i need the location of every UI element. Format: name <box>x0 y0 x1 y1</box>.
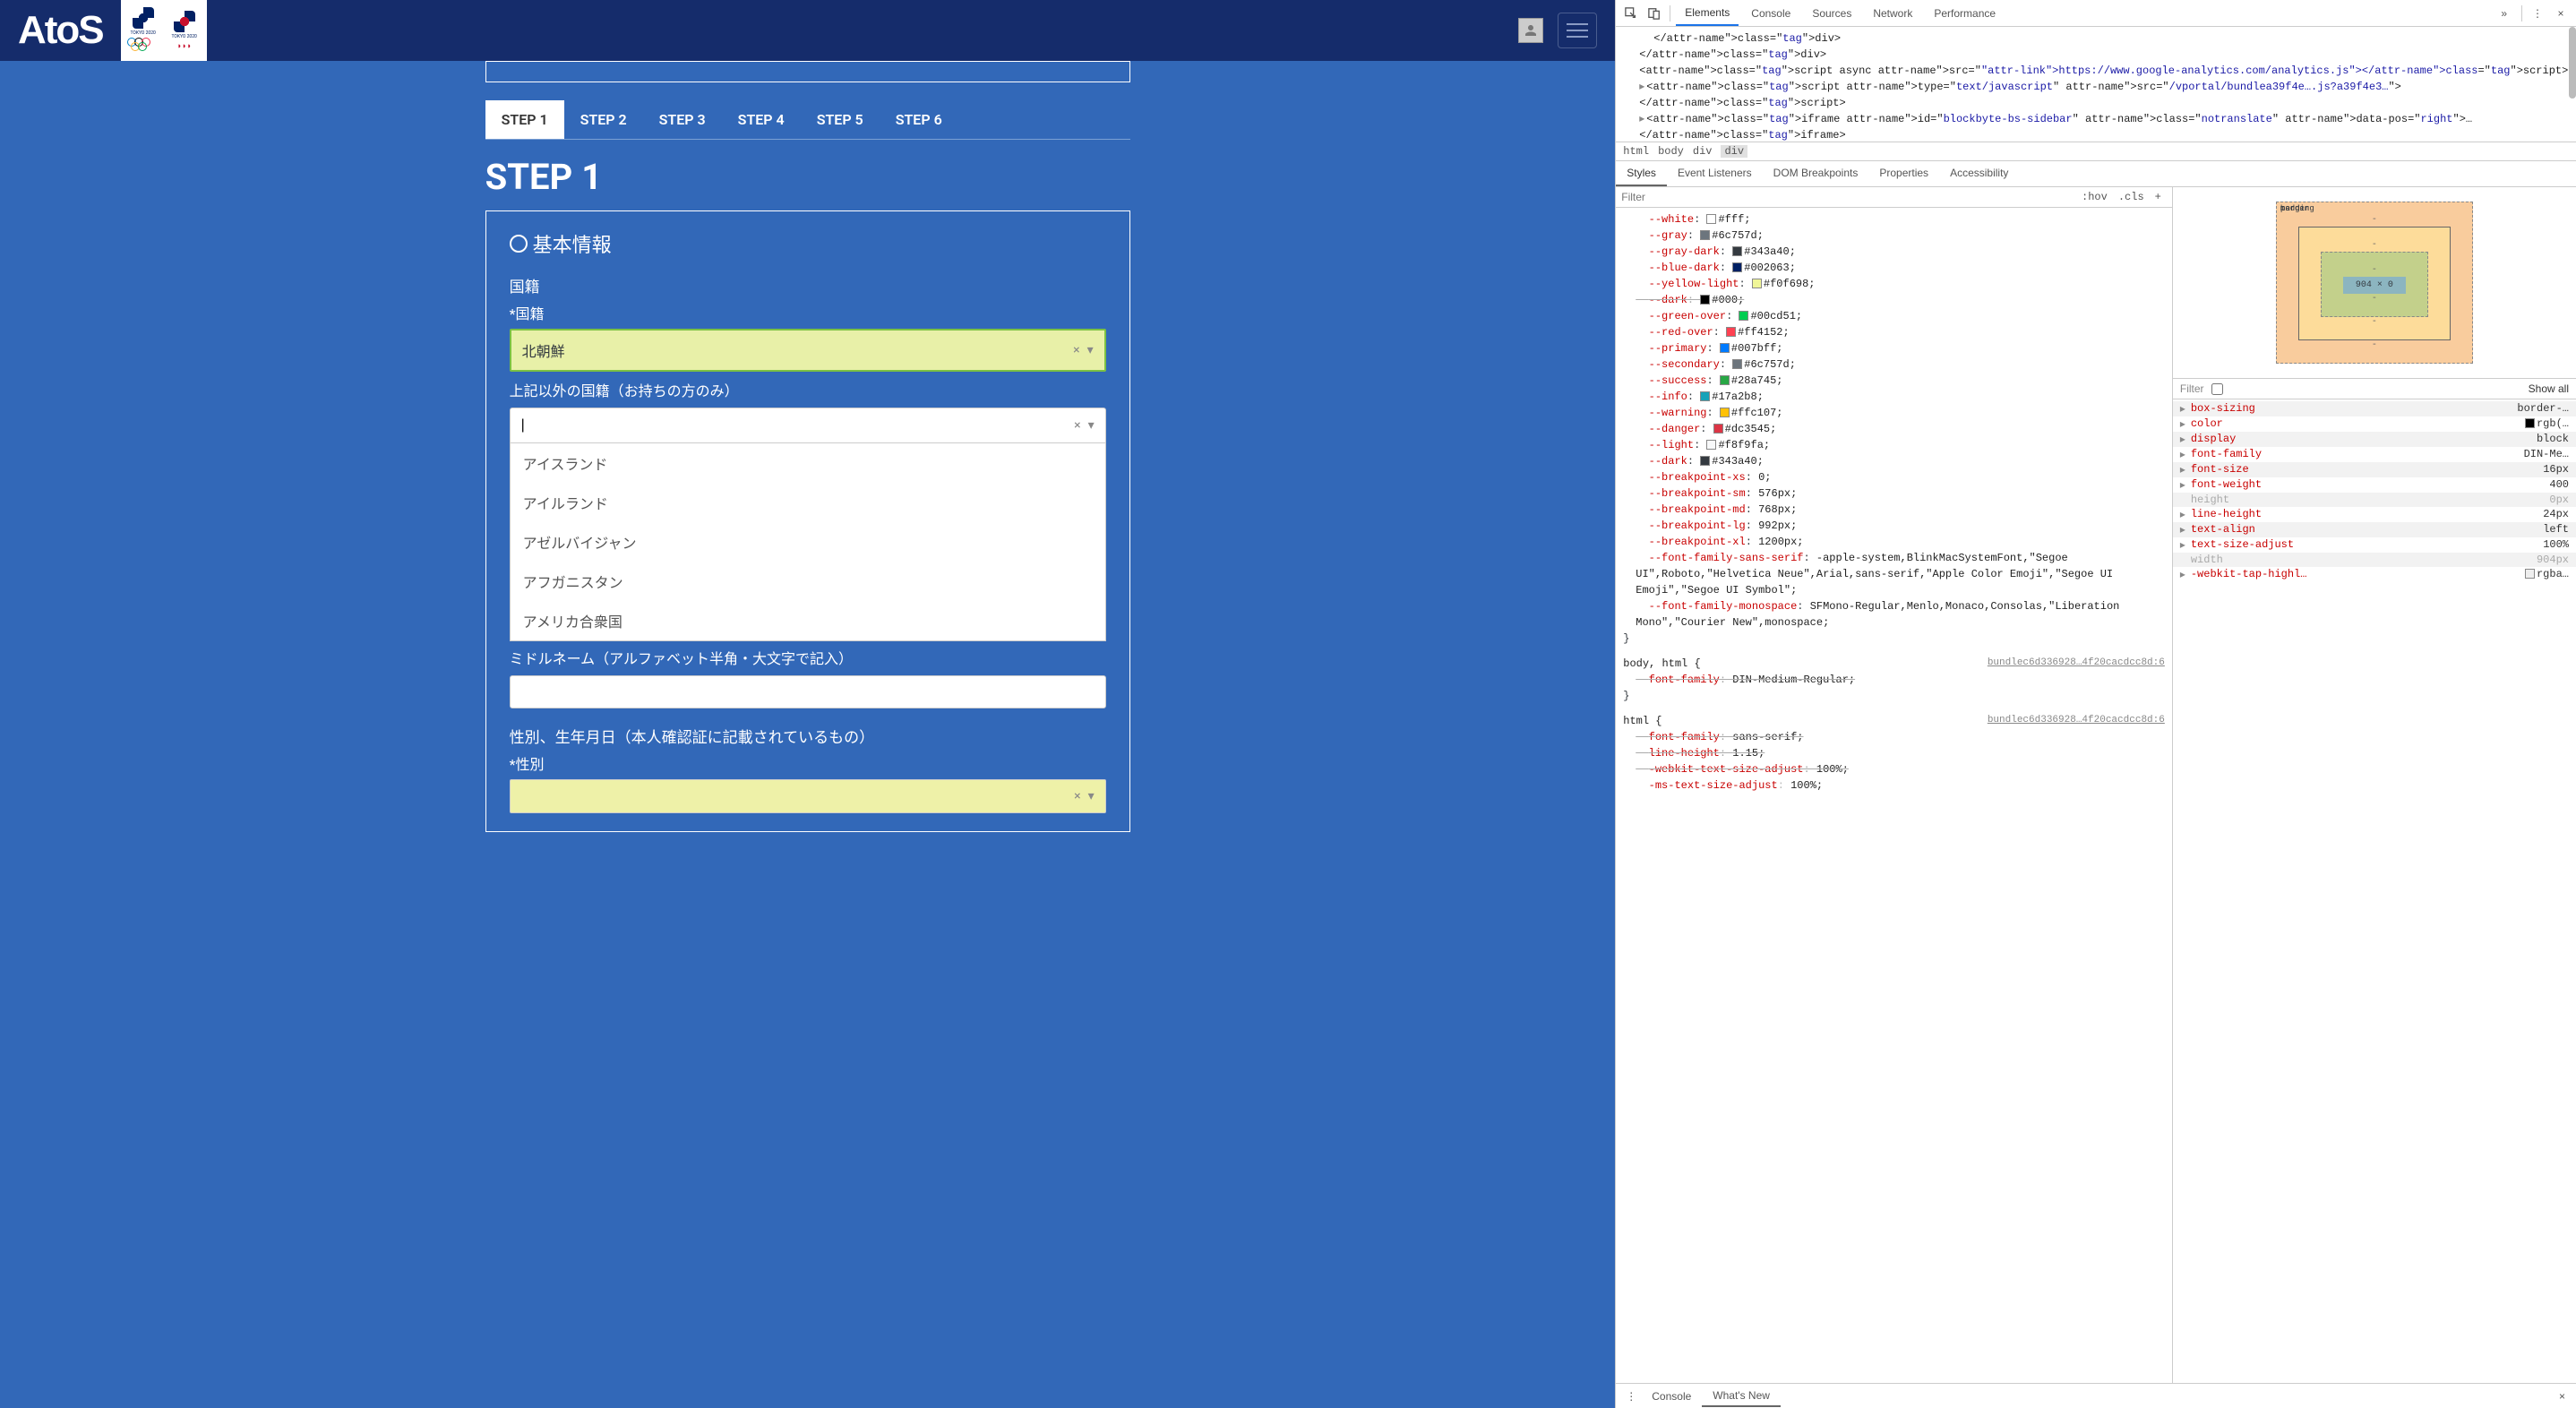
breadcrumb-item[interactable]: body <box>1658 145 1684 158</box>
devtools-drawer: ⋮ Console What's New × <box>1616 1383 2576 1408</box>
step-tabs: STEP 1 STEP 2 STEP 3 STEP 4 STEP 5 STEP … <box>485 100 1130 140</box>
styles-column: :hov .cls + --white: #fff; --gray: #6c75… <box>1616 187 2173 1383</box>
user-avatar[interactable] <box>1518 18 1543 43</box>
other-nationality-label: 上記以外の国籍（お持ちの方のみ） <box>510 379 1106 400</box>
form-panel: 基本情報 国籍 *国籍 北朝鮮 × ▾ 上記以外の国籍（お持ちの方のみ） × <box>485 210 1130 832</box>
box-model[interactable]: margin - border - padding - 904 × 0 - - <box>2173 187 2576 378</box>
device-mode-icon[interactable] <box>1644 4 1664 23</box>
tab-step2[interactable]: STEP 2 <box>564 100 643 139</box>
olympic-logo: TOKYO 2020 <box>125 5 162 56</box>
clear-icon[interactable]: × <box>1074 418 1080 433</box>
nationality-heading: 国籍 <box>510 274 1106 296</box>
navbar: AtoS TOKYO 2020 TOKYO 2020 ◗◗◗ <box>0 0 1615 61</box>
chevron-down-icon[interactable]: ▾ <box>1087 343 1094 357</box>
tab-elements[interactable]: Elements <box>1676 1 1739 26</box>
close-devtools-icon[interactable]: × <box>2551 4 2571 23</box>
tab-step3[interactable]: STEP 3 <box>643 100 722 139</box>
dropdown-option[interactable]: アゼルバイジャン <box>511 522 1105 562</box>
breadcrumb-item[interactable]: html <box>1623 145 1649 158</box>
showall-checkbox[interactable] <box>2211 383 2223 395</box>
tab-event-listeners[interactable]: Event Listeners <box>1667 161 1763 186</box>
middlename-label: ミドルネーム（アルファベット半角・大文字で記入） <box>510 647 1106 668</box>
tab-network[interactable]: Network <box>1864 2 1921 25</box>
tab-step6[interactable]: STEP 6 <box>880 100 958 139</box>
tab-styles[interactable]: Styles <box>1616 161 1667 186</box>
showall-label: Show all <box>2529 382 2569 395</box>
drawer-menu-icon[interactable]: ⋮ <box>1621 1387 1641 1406</box>
section-title: 基本情報 <box>510 229 1106 258</box>
form-area: STEP 1 STEP 2 STEP 3 STEP 4 STEP 5 STEP … <box>0 61 1615 1408</box>
tab-sources[interactable]: Sources <box>1803 2 1860 25</box>
clear-icon[interactable]: × <box>1073 343 1079 357</box>
prev-card-bottom <box>485 61 1130 82</box>
cls-button[interactable]: .cls <box>2113 189 2150 205</box>
tab-step1[interactable]: STEP 1 <box>485 100 564 139</box>
styles-tabbar: Styles Event Listeners DOM Breakpoints P… <box>1616 161 2576 187</box>
tab-performance[interactable]: Performance <box>1925 2 2005 25</box>
other-nationality-input[interactable] <box>521 417 980 434</box>
tab-accessibility[interactable]: Accessibility <box>1939 161 2019 186</box>
styles-filter-input[interactable] <box>1621 191 2076 203</box>
tab-dom-breakpoints[interactable]: DOM Breakpoints <box>1763 161 1869 186</box>
other-nationality-search[interactable]: × ▾ <box>510 408 1106 443</box>
css-rules[interactable]: --white: #fff; --gray: #6c757d; --gray-d… <box>1616 208 2172 1383</box>
dropdown-option[interactable]: アイルランド <box>511 483 1105 522</box>
gender-select[interactable]: × ▾ <box>510 779 1106 813</box>
styles-filter-row: :hov .cls + <box>1616 187 2172 208</box>
nationality-req-label: *国籍 <box>510 302 1106 323</box>
drawer-tab-whatsnew[interactable]: What's New <box>1702 1386 1781 1407</box>
tab-console[interactable]: Console <box>1742 2 1799 25</box>
computed-column: margin - border - padding - 904 × 0 - - <box>2173 187 2576 1383</box>
more-tabs-icon[interactable]: » <box>2492 2 2516 25</box>
tab-properties[interactable]: Properties <box>1868 161 1939 186</box>
dropdown-option[interactable]: アフガニスタン <box>511 562 1105 601</box>
paralympic-logo: TOKYO 2020 ◗◗◗ <box>166 5 203 56</box>
devtools-toolbar: Elements Console Sources Network Perform… <box>1616 0 2576 27</box>
dom-breadcrumb[interactable]: html body div div <box>1616 142 2576 161</box>
nationality-select[interactable]: 北朝鮮 × ▾ <box>510 329 1106 372</box>
breadcrumb-item[interactable]: div <box>1721 145 1747 158</box>
scrollbar[interactable] <box>2569 27 2576 99</box>
computed-list[interactable]: ▸box-sizingborder-…▸colorrgb(…▸displaybl… <box>2173 399 2576 584</box>
computed-filter-label: Filter <box>2180 382 2204 395</box>
app-page: AtoS TOKYO 2020 TOKYO 2020 ◗◗◗ <box>0 0 1615 1408</box>
chevron-down-icon[interactable]: ▾ <box>1088 789 1095 803</box>
tokyo2020-badge: TOKYO 2020 TOKYO 2020 ◗◗◗ <box>121 0 207 61</box>
dropdown-option[interactable]: アメリカ合衆国 <box>511 601 1105 640</box>
dropdown-option[interactable]: アイスランド <box>511 443 1105 483</box>
drawer-close-icon[interactable]: × <box>2554 1390 2571 1403</box>
atos-logo: AtoS <box>18 8 103 53</box>
tab-step4[interactable]: STEP 4 <box>722 100 801 139</box>
nationality-value: 北朝鮮 <box>522 339 565 361</box>
drawer-tab-console[interactable]: Console <box>1641 1387 1702 1406</box>
hamburger-menu-button[interactable] <box>1558 13 1597 48</box>
kebab-menu-icon[interactable]: ⋮ <box>2528 4 2547 23</box>
computed-filter-row: Filter Show all <box>2173 378 2576 399</box>
nationality-dropdown-list: アイスランド アイルランド アゼルバイジャン アフガニスタン アメリカ合衆国 <box>510 443 1106 641</box>
middlename-input[interactable] <box>510 675 1106 708</box>
circle-icon <box>510 235 528 253</box>
chevron-down-icon[interactable]: ▾ <box>1088 418 1095 433</box>
gender-req-label: *性別 <box>510 752 1106 774</box>
clear-icon[interactable]: × <box>1074 789 1080 803</box>
tab-step5[interactable]: STEP 5 <box>801 100 880 139</box>
hov-button[interactable]: :hov <box>2076 189 2113 205</box>
devtools-panel: Elements Console Sources Network Perform… <box>1615 0 2576 1408</box>
step-title: STEP 1 <box>485 156 1130 198</box>
elements-tree[interactable]: </attr-name">class="tag">div></attr-name… <box>1616 27 2576 142</box>
gender-dob-label: 性別、生年月日（本人確認証に記載されているもの） <box>510 725 1106 747</box>
inspect-icon[interactable] <box>1621 4 1641 23</box>
new-rule-button[interactable]: + <box>2150 189 2167 205</box>
breadcrumb-item[interactable]: div <box>1693 145 1713 158</box>
